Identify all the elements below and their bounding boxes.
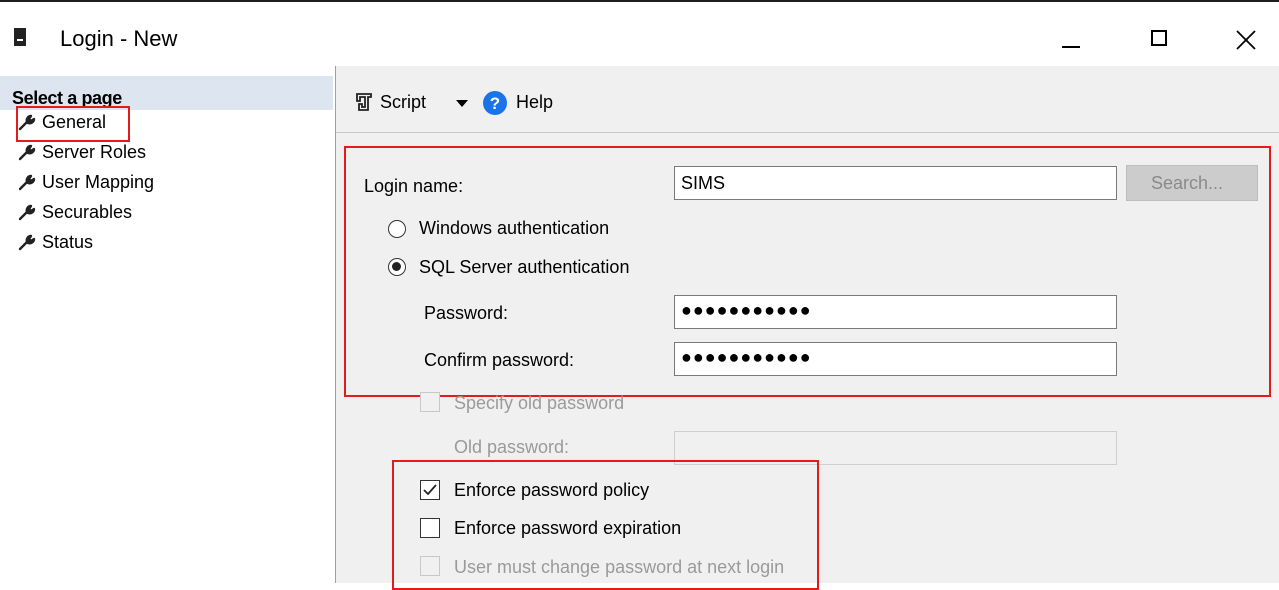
old-password-label: Old password: xyxy=(454,437,570,457)
sidebar-item-label: User Mapping xyxy=(42,172,155,192)
sidebar-item-label: Securables xyxy=(42,202,133,222)
page-selector-sidebar: Select a page General Server Roles User … xyxy=(0,66,336,583)
script-icon[interactable] xyxy=(354,92,374,112)
specify-old-password-checkbox[interactable] xyxy=(420,392,440,412)
help-icon[interactable]: ? xyxy=(482,90,508,116)
general-highlight-annotation xyxy=(16,106,130,142)
help-button[interactable]: Help xyxy=(516,92,553,113)
window-title: Login - New xyxy=(60,26,178,51)
minimize-icon xyxy=(1062,46,1080,48)
maximize-icon xyxy=(1151,30,1167,46)
close-icon xyxy=(1236,30,1256,50)
maximize-button[interactable] xyxy=(1137,18,1183,62)
script-dropdown-caret-icon[interactable] xyxy=(456,100,468,107)
close-button[interactable] xyxy=(1222,18,1268,62)
script-button[interactable]: Script xyxy=(380,92,426,113)
database-server-icon xyxy=(14,28,26,46)
general-page-panel: Script ? Help Login name: SIMS Search...… xyxy=(336,66,1279,590)
wrench-icon xyxy=(18,204,36,221)
minimize-button[interactable] xyxy=(1050,18,1096,62)
wrench-icon xyxy=(18,144,36,161)
wrench-icon xyxy=(18,234,36,251)
wrench-icon xyxy=(18,174,36,191)
svg-text:?: ? xyxy=(490,94,500,113)
sidebar-item-label: Status xyxy=(42,232,94,252)
sidebar-item-label: Server Roles xyxy=(42,142,147,162)
authentication-highlight-annotation xyxy=(344,146,1271,397)
title-bar[interactable]: Login - New xyxy=(0,2,1279,66)
password-policy-highlight-annotation xyxy=(392,460,819,590)
toolbar: Script ? Help xyxy=(336,66,1279,133)
sidebar-header: Select a page xyxy=(0,76,333,110)
specify-old-password-label: Specify old password xyxy=(454,393,625,413)
